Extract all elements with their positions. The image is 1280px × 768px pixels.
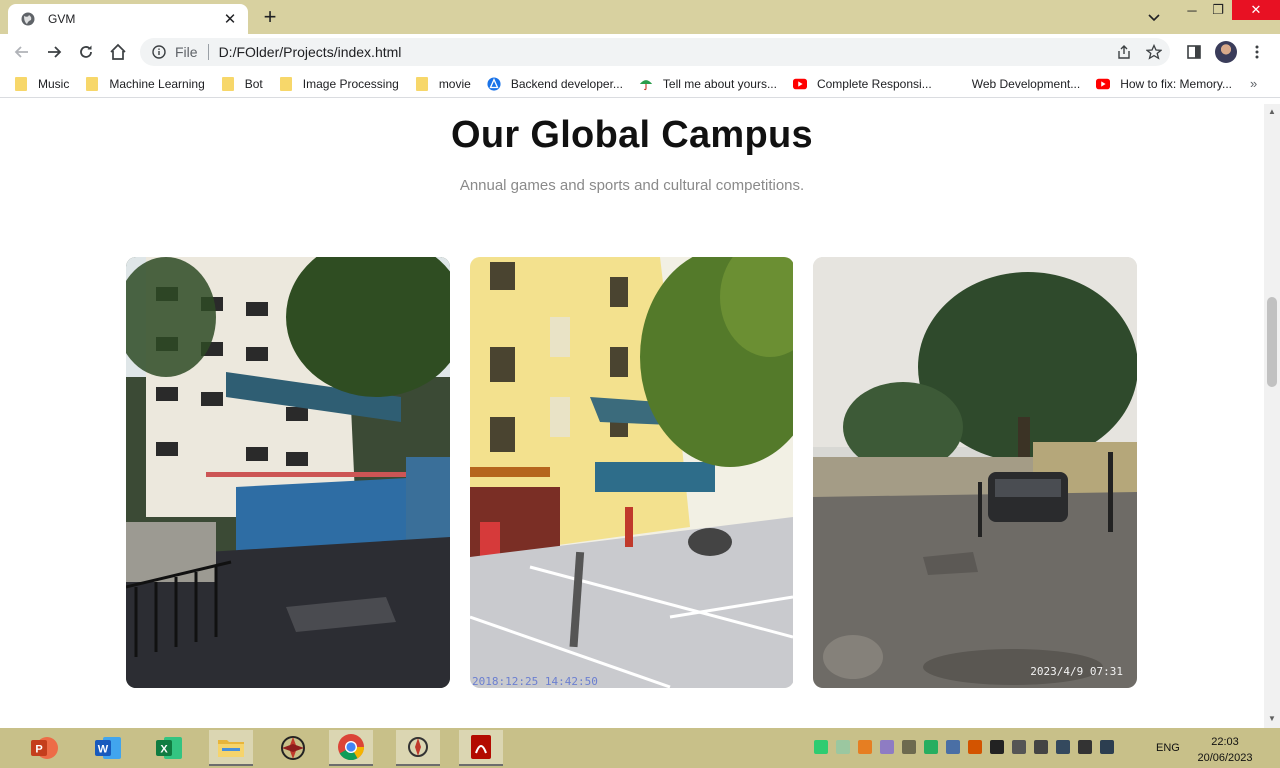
menu-kebab-icon[interactable] [1247, 42, 1267, 62]
bookmark-item[interactable]: Image Processing [279, 76, 399, 91]
svg-text:P: P [35, 744, 42, 756]
app-icon[interactable] [396, 730, 440, 766]
battery-status-icon[interactable] [1100, 740, 1114, 754]
folder-icon [221, 76, 235, 91]
network-icon[interactable] [946, 740, 960, 754]
blank-icon [948, 77, 962, 91]
app-icon[interactable] [271, 730, 315, 766]
profile-avatar[interactable] [1215, 41, 1237, 63]
bookmarks-more-button[interactable]: » [1250, 76, 1257, 91]
section-subtitle: Annual games and sports and cultural com… [459, 177, 805, 194]
sync-icon[interactable] [836, 740, 850, 754]
photo-timestamp: 2023/4/9 07:31 [1030, 665, 1123, 678]
tab-title: GVM [48, 12, 76, 26]
new-tab-button[interactable]: + [258, 4, 282, 29]
omnibox-divider [207, 44, 209, 60]
forward-arrow-icon[interactable] [42, 40, 66, 64]
youtube-icon [1096, 77, 1111, 91]
flag-icon[interactable] [990, 740, 1004, 754]
bookmark-item[interactable]: Music [14, 76, 69, 91]
tray-app-icon[interactable] [880, 740, 894, 754]
tab-strip: GVM ✕ + ─ ❐ ✕ [0, 0, 1280, 34]
youtube-icon [792, 77, 807, 91]
bookmark-item[interactable]: Bot [221, 76, 263, 91]
folder-icon [415, 76, 429, 91]
folder-icon [85, 76, 99, 91]
photo-timestamp: 2018:12:25 14:42:50 [472, 675, 598, 688]
excel-icon[interactable]: X [147, 730, 191, 766]
address-bar[interactable]: File D:/FOlder/Projects/index.html [140, 38, 1170, 66]
page-viewport: Our Global Campus Annual games and sport… [0, 104, 1264, 728]
globe-icon [20, 11, 36, 27]
windows-taskbar: P W X ENG 22:03 20/06/2023 [0, 728, 1280, 768]
scheme-label: File [175, 44, 198, 60]
reload-icon[interactable] [74, 40, 98, 64]
keyboard-icon[interactable] [1012, 740, 1026, 754]
info-icon[interactable] [151, 44, 167, 60]
battery-icon[interactable] [924, 740, 938, 754]
close-window-button[interactable]: ✕ [1232, 0, 1280, 20]
side-panel-icon[interactable] [1184, 42, 1204, 62]
home-icon[interactable] [106, 40, 130, 64]
powerpoint-icon[interactable]: P [22, 730, 66, 766]
system-tray [814, 740, 1114, 754]
language-indicator[interactable]: ENG [1156, 742, 1180, 754]
scroll-thumb[interactable] [1267, 297, 1277, 387]
svg-text:X: X [160, 744, 168, 756]
site-icon [487, 76, 501, 91]
bookmark-item[interactable]: Web Development... [948, 77, 1081, 91]
bookmark-item[interactable]: Machine Learning [85, 76, 205, 91]
speaker-icon[interactable] [968, 740, 982, 754]
tray-app-icon[interactable] [902, 740, 916, 754]
bookmark-item[interactable]: Complete Responsi... [792, 77, 932, 91]
clock[interactable]: 22:03 20/06/2023 [1194, 734, 1256, 766]
word-icon[interactable]: W [86, 730, 130, 766]
browser-tab[interactable]: GVM ✕ [8, 4, 248, 34]
shield-icon[interactable] [814, 740, 828, 754]
umbrella-icon [639, 77, 653, 91]
scroll-down-icon[interactable]: ▼ [1268, 714, 1276, 723]
folder-icon [279, 76, 293, 91]
back-arrow-icon[interactable] [10, 40, 34, 64]
bookmark-star-icon[interactable] [1144, 42, 1164, 62]
tray-app-icon[interactable] [858, 740, 872, 754]
bookmark-item[interactable]: Backend developer... [487, 77, 623, 91]
browser-toolbar: File D:/FOlder/Projects/index.html [0, 34, 1280, 70]
url-text[interactable]: D:/FOlder/Projects/index.html [219, 44, 402, 60]
campus-photo-card[interactable]: 2018:12:25 14:42:50 [470, 257, 794, 688]
svg-text:W: W [98, 744, 109, 756]
signal-icon[interactable] [1034, 740, 1048, 754]
display-icon[interactable] [1056, 740, 1070, 754]
page-scrollbar[interactable]: ▲ ▼ [1264, 104, 1280, 728]
bookmark-item[interactable]: How to fix: Memory... [1096, 77, 1232, 91]
file-explorer-icon[interactable] [209, 730, 253, 766]
bookmarks-bar: Music Machine Learning Bot Image Process… [0, 70, 1280, 98]
bookmark-item[interactable]: movie [415, 76, 471, 91]
pdf-icon[interactable] [459, 730, 503, 766]
folder-icon [14, 76, 28, 91]
campus-photo-card[interactable]: 2023/4/9 07:31 [813, 257, 1137, 688]
restore-button[interactable]: ❐ [1201, 0, 1235, 20]
chrome-icon[interactable] [329, 730, 373, 766]
scroll-up-icon[interactable]: ▲ [1268, 107, 1276, 116]
volume-icon[interactable] [1078, 740, 1092, 754]
clock-time: 22:03 [1211, 736, 1239, 748]
tab-close-icon[interactable]: ✕ [222, 11, 238, 28]
share-icon[interactable] [1114, 42, 1134, 62]
campus-photo-card[interactable] [126, 257, 450, 688]
bookmark-item[interactable]: Tell me about yours... [639, 77, 777, 91]
section-title: Our Global Campus [451, 114, 813, 156]
tab-search-chevron-icon[interactable] [1144, 8, 1164, 28]
clock-date: 20/06/2023 [1197, 752, 1253, 764]
